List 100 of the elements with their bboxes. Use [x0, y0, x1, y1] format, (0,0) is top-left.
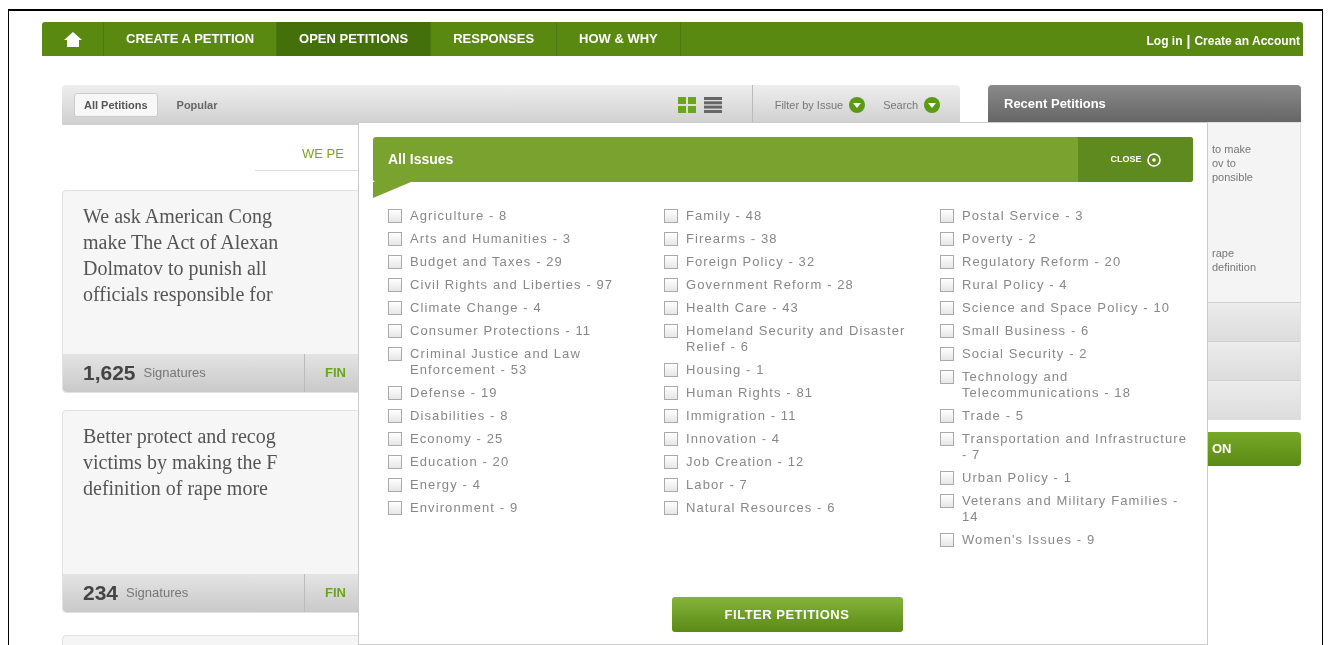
checkbox[interactable] — [939, 209, 954, 223]
close-icon — [1146, 152, 1161, 167]
issue-label[interactable]: Trade - 5 — [961, 408, 1025, 424]
grid-icon — [677, 97, 696, 113]
issue-label[interactable]: Poverty - 2 — [961, 231, 1037, 247]
checkbox[interactable] — [939, 232, 954, 246]
checkbox[interactable] — [663, 255, 678, 269]
issue-label[interactable]: Human Rights - 81 — [685, 385, 814, 401]
issue-label[interactable]: Education - 20 — [410, 454, 510, 470]
checkbox[interactable] — [939, 432, 954, 446]
issue-label[interactable]: Rural Policy - 4 — [961, 277, 1068, 293]
checkbox[interactable] — [663, 501, 678, 515]
issue-label[interactable]: Small Business - 6 — [961, 323, 1090, 339]
nav-tab[interactable]: OPEN PETITIONS — [277, 22, 432, 56]
filter-button[interactable]: FILTER PETITIONS — [671, 597, 903, 632]
checkbox[interactable] — [939, 255, 954, 269]
issue-label[interactable]: Arts and Humanities - 3 — [410, 231, 572, 247]
checkbox[interactable] — [939, 494, 954, 508]
issue-label[interactable]: Technology and Telecommunications - 18 — [961, 369, 1193, 401]
issue-label[interactable]: Disabilities - 8 — [410, 408, 509, 424]
checkbox[interactable] — [663, 386, 678, 400]
nav-tab[interactable]: RESPONSES — [431, 22, 558, 56]
filter-tab[interactable]: All Petitions — [74, 92, 158, 118]
issue-label[interactable]: Defense - 19 — [410, 385, 498, 401]
issue-label[interactable]: Job Creation - 12 — [685, 454, 805, 470]
issue-label[interactable]: Innovation - 4 — [685, 431, 781, 447]
signature-count: 1,625 — [83, 360, 136, 387]
checkbox[interactable] — [388, 409, 402, 423]
checkbox[interactable] — [663, 209, 678, 223]
issue-label[interactable]: Labor - 7 — [685, 477, 748, 493]
issue-label[interactable]: Agriculture - 8 — [410, 208, 508, 224]
issue-label[interactable]: Environment - 9 — [410, 500, 519, 516]
checkbox[interactable] — [388, 501, 402, 515]
checkbox[interactable] — [388, 455, 402, 469]
checkbox[interactable] — [939, 471, 954, 485]
issue-label[interactable]: Postal Service - 3 — [961, 208, 1084, 224]
checkbox[interactable] — [939, 533, 954, 547]
issue-label[interactable]: Regulatory Reform - 20 — [961, 254, 1122, 270]
close-button[interactable]: CLOSE — [1078, 137, 1193, 182]
issue-label[interactable]: Firearms - 38 — [685, 231, 778, 247]
dropdown-button[interactable]: Filter by Issue — [774, 96, 866, 114]
dropdown-button[interactable]: Search — [883, 96, 940, 114]
issue-label[interactable]: Criminal Justice and Law Enforcement - 53 — [410, 346, 664, 378]
issue-label[interactable]: Immigration - 11 — [685, 408, 797, 424]
checkbox[interactable] — [663, 478, 678, 492]
checkbox[interactable] — [939, 278, 954, 292]
checkbox[interactable] — [663, 232, 678, 246]
issue-label[interactable]: Natural Resources - 6 — [685, 500, 836, 516]
checkbox[interactable] — [939, 301, 954, 315]
issue-label[interactable]: Climate Change - 4 — [410, 300, 542, 316]
issue-label[interactable]: Government Reform - 28 — [685, 277, 854, 293]
issue-label[interactable]: Women's Issues - 9 — [961, 532, 1096, 548]
checkbox[interactable] — [388, 301, 402, 315]
checkbox[interactable] — [388, 324, 402, 338]
issue-label[interactable]: Homeland Security and Disaster Relief - 6 — [685, 323, 940, 355]
checkbox[interactable] — [939, 409, 954, 423]
filter-tab[interactable]: Popular — [167, 93, 227, 117]
issue-label[interactable]: Energy - 4 — [410, 477, 481, 493]
issue-label[interactable]: Housing - 1 — [685, 362, 765, 378]
issue-label[interactable]: Social Security - 2 — [961, 346, 1088, 362]
checkbox[interactable] — [939, 324, 954, 338]
popup-title: All Issues — [387, 150, 454, 169]
checkbox[interactable] — [388, 255, 402, 269]
account-link[interactable]: Log in — [1146, 32, 1183, 50]
issue-label[interactable]: Foreign Policy - 32 — [685, 254, 816, 270]
issue-label[interactable]: Health Care - 43 — [685, 300, 799, 316]
issue-label[interactable]: Economy - 25 — [410, 431, 504, 447]
checkbox[interactable] — [388, 478, 402, 492]
grid-view-button[interactable] — [677, 97, 696, 113]
issue-label[interactable]: Transportation and Infrastructure - 7 — [961, 431, 1193, 463]
issue-label[interactable]: Budget and Taxes - 29 — [410, 254, 563, 270]
issue-label[interactable]: Civil Rights and Liberties - 97 — [410, 277, 614, 293]
caret-icon — [924, 97, 940, 113]
checkbox[interactable] — [388, 232, 402, 246]
issue-label[interactable]: Science and Space Policy - 10 — [961, 300, 1171, 316]
issue-label[interactable]: Veterans and Military Families - 14 — [961, 493, 1193, 525]
checkbox[interactable] — [663, 409, 678, 423]
list-view-button[interactable] — [703, 97, 722, 113]
checkbox[interactable] — [663, 432, 678, 446]
checkbox[interactable] — [388, 386, 402, 400]
checkbox[interactable] — [663, 324, 678, 338]
checkbox[interactable] — [939, 347, 954, 361]
list-icon — [703, 97, 722, 113]
signature-count: 234 — [83, 580, 119, 607]
account-link[interactable]: Create an Account — [1194, 32, 1300, 50]
checkbox[interactable] — [388, 432, 402, 446]
petition-link[interactable]: FIN — [325, 363, 346, 383]
checkbox[interactable] — [663, 278, 678, 292]
issue-label[interactable]: Family - 48 — [685, 208, 763, 224]
checkbox[interactable] — [939, 370, 954, 384]
petition-link[interactable]: FIN — [325, 583, 346, 603]
checkbox[interactable] — [663, 363, 678, 377]
checkbox[interactable] — [388, 278, 402, 292]
nav-tab[interactable]: HOW & WHY — [557, 22, 681, 56]
checkbox[interactable] — [388, 209, 402, 223]
issue-label[interactable]: Urban Policy - 1 — [961, 470, 1073, 486]
issue-label[interactable]: Consumer Protections - 11 — [410, 323, 592, 339]
checkbox[interactable] — [663, 455, 678, 469]
checkbox[interactable] — [663, 301, 678, 315]
checkbox[interactable] — [388, 347, 402, 361]
